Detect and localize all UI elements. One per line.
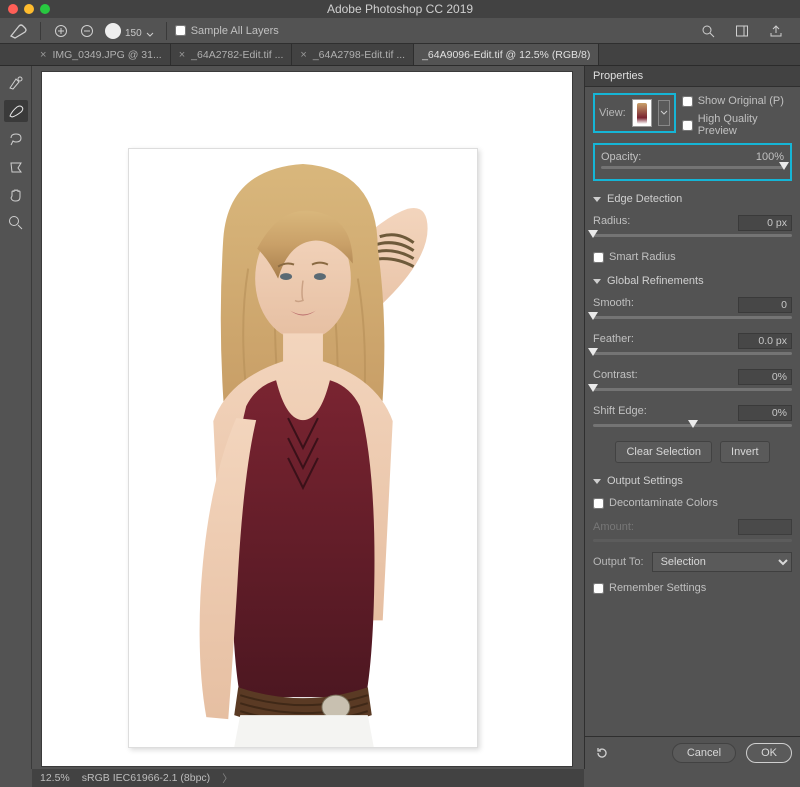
brush-preset[interactable]: 150: [105, 23, 154, 39]
cancel-button[interactable]: Cancel: [672, 743, 736, 763]
color-profile: sRGB IEC61966-2.1 (8bpc): [82, 772, 210, 784]
clear-selection-button[interactable]: Clear Selection: [615, 441, 712, 463]
document-tab[interactable]: × _64A2782-Edit.tif ...: [171, 44, 293, 65]
add-selection-icon[interactable]: [49, 20, 73, 42]
hand-tool[interactable]: [4, 184, 28, 206]
section-global-refinements[interactable]: Global Refinements: [593, 275, 792, 287]
divider: [40, 22, 41, 40]
radius-value[interactable]: 0 px: [738, 215, 792, 231]
feather-slider[interactable]: [593, 352, 792, 355]
chevron-down-icon: [593, 479, 601, 484]
chevron-down-icon: [146, 31, 154, 39]
refine-brush-tool[interactable]: [4, 100, 28, 122]
lasso-tool[interactable]: [4, 128, 28, 150]
brush-size-value: 150: [125, 28, 142, 39]
smooth-slider[interactable]: [593, 316, 792, 319]
output-to-select[interactable]: Selection: [652, 552, 792, 572]
shift-edge-label: Shift Edge:: [593, 405, 647, 421]
close-icon[interactable]: ×: [300, 49, 306, 61]
options-bar: 150 Sample All Layers: [0, 18, 800, 44]
smooth-label: Smooth:: [593, 297, 634, 313]
section-output-settings[interactable]: Output Settings: [593, 475, 792, 487]
share-icon[interactable]: [764, 20, 788, 42]
window-controls: [0, 4, 50, 14]
opacity-highlight: Opacity: 100%: [593, 143, 792, 181]
panel-footer: Cancel OK: [585, 736, 800, 769]
invert-button[interactable]: Invert: [720, 441, 770, 463]
close-icon[interactable]: ×: [179, 49, 185, 61]
contrast-value[interactable]: 0%: [738, 369, 792, 385]
remember-settings-checkbox[interactable]: Remember Settings: [593, 582, 792, 594]
view-thumbnail[interactable]: [632, 99, 652, 127]
amount-value: [738, 519, 792, 535]
chevron-down-icon: [593, 279, 601, 284]
radius-slider[interactable]: [593, 234, 792, 237]
brush-dot-icon: [105, 23, 121, 39]
ok-button[interactable]: OK: [746, 743, 792, 763]
current-tool-icon[interactable]: [6, 20, 32, 42]
minimize-window-button[interactable]: [24, 4, 34, 14]
status-bar: 12.5% sRGB IEC61966-2.1 (8bpc) 〉: [32, 769, 584, 787]
polygon-lasso-tool[interactable]: [4, 156, 28, 178]
search-icon[interactable]: [696, 20, 720, 42]
canvas-area[interactable]: [32, 66, 584, 769]
reset-icon[interactable]: [593, 744, 611, 762]
decontaminate-colors-checkbox[interactable]: Decontaminate Colors: [593, 497, 792, 509]
properties-panel: Properties View: Show Original (P) High …: [584, 66, 800, 769]
contrast-slider[interactable]: [593, 388, 792, 391]
section-edge-detection[interactable]: Edge Detection: [593, 193, 792, 205]
smart-radius-checkbox[interactable]: Smart Radius: [593, 251, 792, 263]
tool-strip: [0, 66, 32, 769]
quick-select-tool[interactable]: [4, 72, 28, 94]
divider: [166, 22, 167, 40]
opacity-label: Opacity:: [601, 151, 641, 163]
document-tabs: × IMG_0349.JPG @ 31... × _64A2782-Edit.tif…: [0, 44, 800, 66]
canvas-document[interactable]: [42, 72, 572, 766]
zoom-tool[interactable]: [4, 212, 28, 234]
title-bar: Adobe Photoshop CC 2019: [0, 0, 800, 18]
sample-all-layers-checkbox[interactable]: Sample All Layers: [175, 25, 279, 37]
close-window-button[interactable]: [8, 4, 18, 14]
window-title: Adobe Photoshop CC 2019: [0, 2, 800, 16]
image-layer: [128, 148, 478, 748]
chevron-down-icon: [593, 197, 601, 202]
close-icon[interactable]: ×: [40, 49, 46, 61]
chevron-right-icon[interactable]: 〉: [222, 771, 233, 786]
tab-label: _64A9096-Edit.tif @ 12.5% (RGB/8): [422, 49, 590, 61]
hq-preview-checkbox[interactable]: High Quality Preview: [682, 113, 792, 137]
shift-edge-value[interactable]: 0%: [738, 405, 792, 421]
output-to-label: Output To:: [593, 556, 644, 568]
contrast-label: Contrast:: [593, 369, 638, 385]
document-tab-active[interactable]: _64A9096-Edit.tif @ 12.5% (RGB/8): [414, 44, 599, 65]
amount-slider: [593, 539, 792, 542]
amount-label: Amount:: [593, 521, 634, 533]
document-tab[interactable]: × IMG_0349.JPG @ 31...: [32, 44, 171, 65]
tab-label: _64A2782-Edit.tif ...: [191, 49, 283, 61]
tab-label: _64A2798-Edit.tif ...: [313, 49, 405, 61]
sample-all-layers-label: Sample All Layers: [191, 25, 279, 37]
view-dropdown[interactable]: [658, 100, 670, 126]
panel-title: Properties: [585, 66, 800, 87]
tab-label: IMG_0349.JPG @ 31...: [52, 49, 161, 61]
smooth-value[interactable]: 0: [738, 297, 792, 313]
feather-label: Feather:: [593, 333, 634, 349]
subtract-selection-icon[interactable]: [75, 20, 99, 42]
document-tab[interactable]: × _64A2798-Edit.tif ...: [292, 44, 414, 65]
maximize-window-button[interactable]: [40, 4, 50, 14]
radius-label: Radius:: [593, 215, 630, 231]
show-original-checkbox[interactable]: Show Original (P): [682, 95, 792, 107]
feather-value[interactable]: 0.0 px: [738, 333, 792, 349]
zoom-level[interactable]: 12.5%: [40, 772, 70, 784]
opacity-slider[interactable]: [601, 166, 784, 169]
view-label: View:: [599, 107, 626, 119]
view-mode-highlight: View:: [593, 93, 676, 133]
shift-edge-slider[interactable]: [593, 424, 792, 427]
workspace-icon[interactable]: [730, 20, 754, 42]
